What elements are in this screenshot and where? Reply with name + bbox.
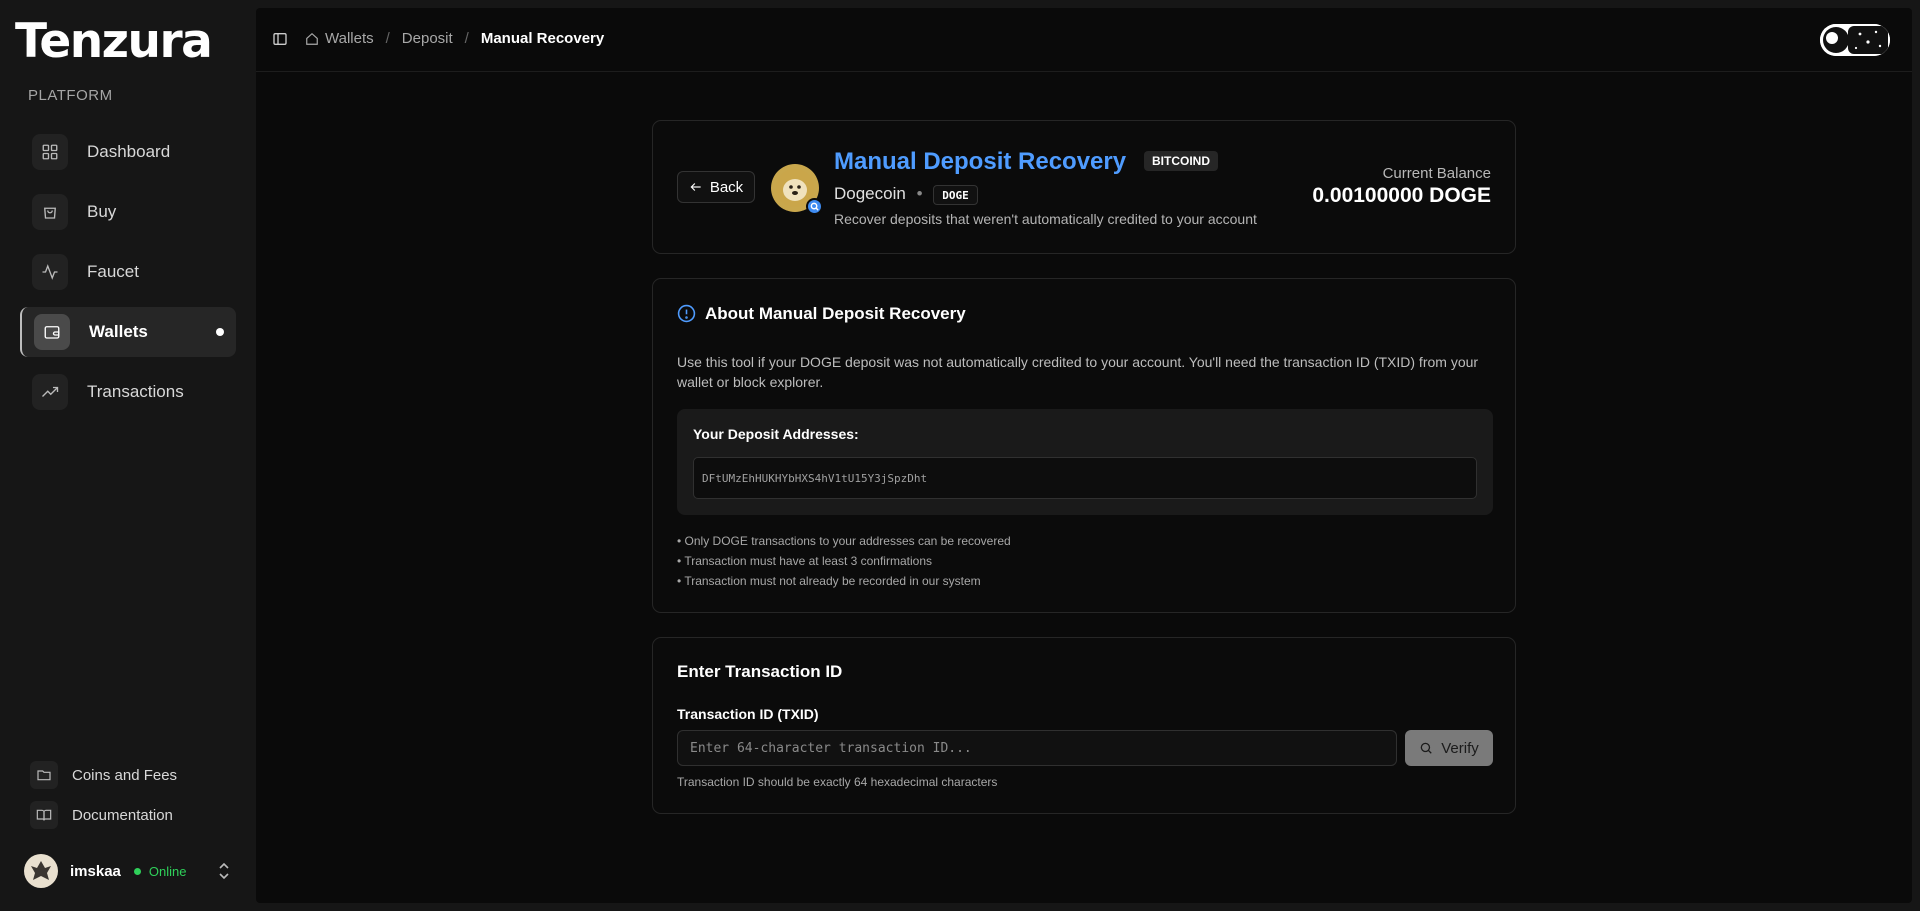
info-icon [677,304,696,328]
user-avatar-button[interactable] [1820,24,1890,56]
sidebar-item-coins-and-fees[interactable]: Coins and Fees [30,761,177,789]
breadcrumb-current: Manual Recovery [480,30,605,47]
page-subtitle: Recover deposits that weren't automatica… [834,211,1257,227]
txid-input[interactable] [677,730,1397,766]
main-content: Wallets / Deposit / Manual Recovery Back… [256,8,1912,903]
balance-label: Current Balance [1382,165,1491,182]
about-recovery-card: About Manual Deposit Recovery Use this t… [652,278,1516,613]
breadcrumb-label: Wallets [325,30,374,47]
back-button-label: Back [709,178,744,196]
arrow-left-icon [690,183,701,191]
deposit-addresses-label: Your Deposit Addresses: [693,426,859,442]
sidebar-item-documentation[interactable]: Documentation [30,801,173,829]
coin-symbol-badge: DOGE [933,185,978,205]
sidebar-section-label: PLATFORM [28,87,113,104]
sidebar-item-label: Buy [87,202,117,221]
sidebar-item-label: Dashboard [87,142,171,161]
dogecoin-logo-icon [771,164,823,215]
book-open-icon [30,801,58,829]
coin-name: Dogecoin [834,184,906,203]
sidebar-item-faucet[interactable]: Faucet [20,247,236,297]
breadcrumb-separator: / [385,30,390,47]
breadcrumb-separator: / [464,30,469,47]
breadcrumb: Wallets / Deposit / Manual Recovery [305,30,604,47]
footer-item-label: Documentation [72,806,173,824]
breadcrumb-wallets[interactable]: Wallets [305,30,374,47]
brand-logo[interactable]: Tenzura [15,14,213,69]
avatar [24,854,58,888]
footer-item-label: Coins and Fees [72,766,178,784]
user-status: Online [148,863,187,879]
page-title: Manual Deposit Recovery [834,148,1127,175]
network-badge-icon [806,198,823,215]
sidebar: Tenzura PLATFORM Dashboard Buy Faucet Wa… [0,0,256,911]
trending-up-icon [32,374,68,410]
shopping-bag-icon [32,194,68,230]
txid-card-title: Enter Transaction ID [677,662,843,681]
sidebar-item-label: Faucet [87,262,139,281]
breadcrumb-deposit[interactable]: Deposit [402,30,453,47]
txid-field-label: Transaction ID (TXID) [677,706,819,722]
rule-item: • Transaction must not already be record… [677,574,981,588]
verify-button[interactable]: Verify [1405,730,1493,766]
sidebar-toggle-icon[interactable] [272,31,288,52]
search-icon [1420,742,1432,754]
balance-value: 0.00100000 DOGE [1312,184,1491,207]
status-dot [133,867,141,875]
top-bar: Wallets / Deposit / Manual Recovery [256,8,1912,72]
sidebar-item-dashboard[interactable]: Dashboard [20,127,236,177]
active-indicator-dot [216,328,224,336]
transaction-id-card: Enter Transaction ID Transaction ID (TXI… [652,637,1516,814]
user-menu[interactable]: imskaa Online [14,848,240,894]
sidebar-item-wallets[interactable]: Wallets [20,307,236,357]
network-tag: BITCOIND [1144,151,1218,171]
home-icon [306,32,318,45]
deposit-addresses-box: Your Deposit Addresses: DFtUMzEhHUKHYbHX… [677,409,1493,515]
recovery-rules-list: • Only DOGE transactions to your address… [677,531,1011,591]
about-title: About Manual Deposit Recovery [705,304,966,323]
back-button[interactable]: Back [677,171,755,203]
chevrons-up-down-icon [216,861,232,886]
about-description: Use this tool if your DOGE deposit was n… [677,354,1479,390]
verify-button-label: Verify [1441,739,1479,757]
sidebar-item-transactions[interactable]: Transactions [20,367,236,417]
sidebar-item-buy[interactable]: Buy [20,187,236,237]
deposit-address[interactable]: DFtUMzEhHUKHYbHXS4hV1tU15Y3jSpzDht [693,457,1477,499]
rule-item: • Transaction must have at least 3 confi… [677,554,932,568]
folder-icon [30,761,58,789]
txid-hint: Transaction ID should be exactly 64 hexa… [677,775,998,789]
wallet-icon [34,314,70,350]
rule-item: • Only DOGE transactions to your address… [677,534,1011,548]
sidebar-item-label: Wallets [89,322,148,341]
recovery-header-card: Back Manual Deposit Recovery BITCOIND Do… [652,120,1516,254]
separator-dot: • [916,184,923,203]
activity-icon [32,254,68,290]
user-name: imskaa [70,862,121,880]
grid-icon [32,134,68,170]
coin-name-row: Dogecoin • DOGE [834,184,978,205]
sidebar-item-label: Transactions [87,382,184,401]
